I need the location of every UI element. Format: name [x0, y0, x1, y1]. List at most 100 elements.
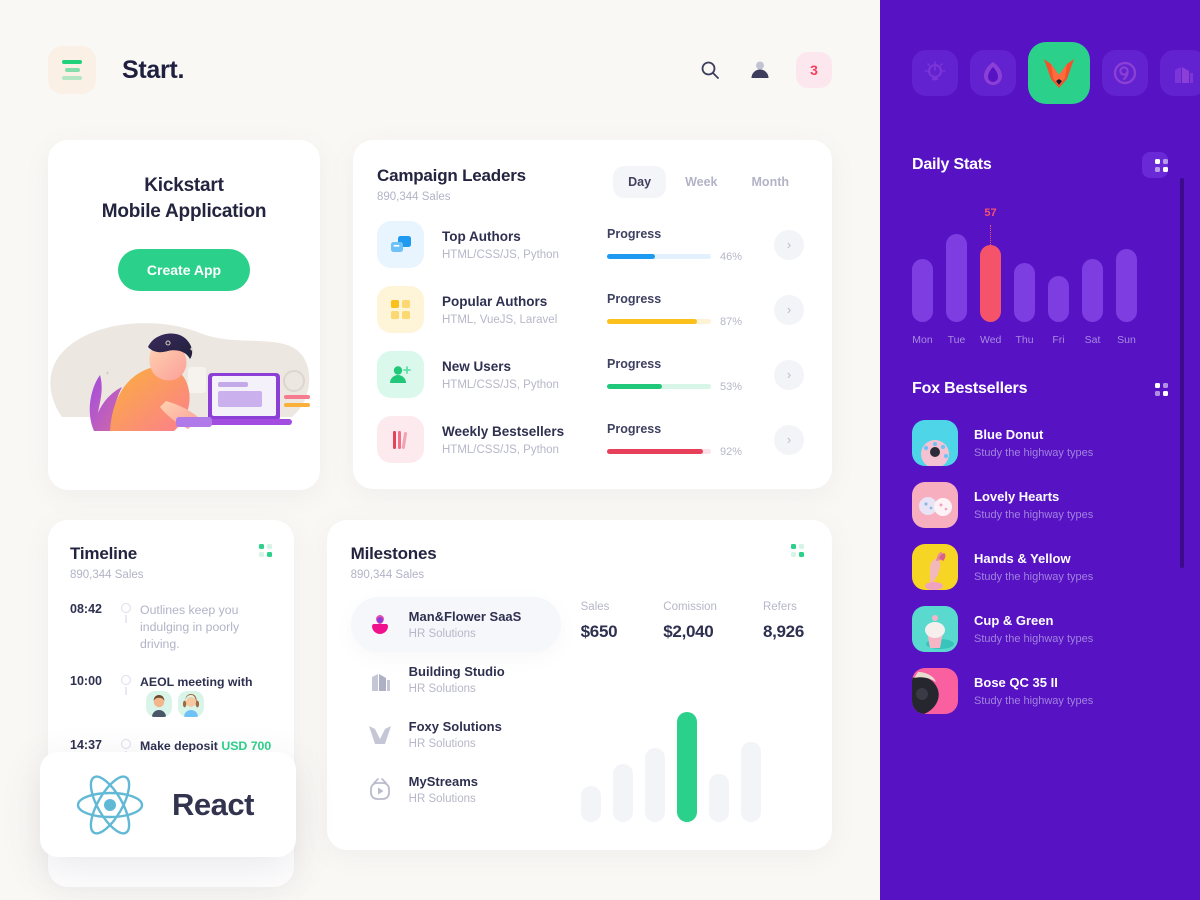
milestone-chart-bar: [644, 748, 665, 822]
campaign-leader-row[interactable]: Weekly Bestsellers HTML/CSS/JS, Python Pro…: [377, 416, 804, 463]
bestseller-item[interactable]: Lovely Hearts Study the highway types: [912, 482, 1168, 528]
user-icon[interactable]: [746, 56, 774, 84]
timeline-text: Outlines keep you indulging in poorly dr…: [140, 603, 240, 651]
right-sidebar: Daily Stats 57 Mon Tue Wed Thu Fri Sat Sun Fox…: [880, 0, 1200, 900]
daily-stats-day-label: Tue: [947, 334, 966, 346]
chevron-right-icon[interactable]: ›: [774, 229, 804, 260]
timeline-label: AEOL meeting with: [140, 675, 253, 689]
notification-badge[interactable]: 3: [796, 52, 832, 88]
timeline-time: 08:42: [70, 602, 102, 616]
campaign-subtitle: 890,344 Sales: [377, 191, 451, 203]
daily-stats-bar: [980, 244, 1001, 322]
daily-stats-bar: [1116, 249, 1137, 322]
daily-stats-bar-wrap: [912, 226, 933, 322]
sidebar-scrollbar[interactable]: [1180, 178, 1184, 568]
chevron-right-icon[interactable]: ›: [774, 424, 804, 455]
row-top: Kickstart Mobile Application Create App: [48, 140, 832, 490]
stat-label: Comission: [663, 601, 717, 613]
peak-dashed-line: [990, 224, 991, 245]
timeline-title-group: Timeline 890,344 Sales: [70, 544, 144, 581]
milestones-body: Man&Flower SaaS HR Solutions Building Stud…: [350, 597, 804, 822]
bestseller-meta: Hands & Yellow Study the highway types: [974, 551, 1093, 583]
app-number-nine-icon[interactable]: [1102, 50, 1148, 96]
bestseller-item[interactable]: Cup & Green Study the highway types: [912, 606, 1168, 652]
daily-stats-bar: [912, 258, 933, 322]
bestseller-sub: Study the highway types: [974, 695, 1094, 707]
app-building-icon[interactable]: [1160, 50, 1200, 96]
campaign-leader-row[interactable]: Popular Authors HTML, VueJS, Laravel Progr…: [377, 286, 804, 333]
milestone-chart-bar: [740, 742, 761, 822]
leader-name: New Users: [442, 358, 512, 374]
bestseller-item[interactable]: Blue Donut Study the highway types: [912, 420, 1168, 466]
progress-track: [607, 254, 711, 259]
app-fox-logo-icon[interactable]: [1028, 42, 1090, 104]
leader-progress: Progress 46%: [607, 227, 742, 263]
leader-tech: HTML/CSS/JS, Python: [442, 443, 559, 456]
milestone-sub: HR Solutions: [408, 683, 476, 695]
bestseller-name: Bose QC 35 II: [974, 675, 1058, 690]
promo-title-line1: Kickstart: [144, 175, 224, 196]
leader-meta: Weekly Bestsellers HTML/CSS/JS, Python: [442, 424, 607, 456]
daily-stats-bar-wrap: [946, 226, 967, 322]
campaign-leaders-card: Campaign Leaders 890,344 Sales Day Week Mo…: [353, 140, 832, 489]
campaign-leader-row[interactable]: New Users HTML/CSS/JS, Python Progress 53% ›: [377, 351, 804, 398]
search-icon[interactable]: [696, 56, 724, 84]
milestone-item[interactable]: Building Studio HR Solutions: [351, 652, 561, 707]
daily-stats-bar-wrap: [1048, 226, 1069, 322]
building-icon: [365, 668, 395, 692]
chevron-right-icon[interactable]: ›: [774, 294, 804, 325]
progress-fill: [607, 449, 703, 454]
bestseller-item[interactable]: Bose QC 35 II Study the highway types: [912, 668, 1168, 714]
stat-block: Sales $650: [581, 601, 618, 642]
milestones-subtitle: 890,344 Sales: [350, 569, 425, 581]
logo-line-2: [64, 68, 80, 72]
logo-line-1: [62, 60, 82, 64]
create-app-button[interactable]: Create App: [117, 249, 251, 291]
milestone-sub: HR Solutions: [408, 738, 476, 750]
timeline-subtitle: 890,344 Sales: [70, 569, 144, 581]
milestone-chart-bar: [612, 764, 633, 822]
tab-month[interactable]: Month: [737, 166, 804, 198]
stat-value: $650: [580, 622, 618, 641]
timeline-amount: USD 700: [221, 739, 272, 753]
milestones-list: Man&Flower SaaS HR Solutions Building Stud…: [350, 597, 561, 822]
milestone-sub: HR Solutions: [408, 628, 476, 640]
timeline-text: AEOL meeting with: [140, 673, 272, 717]
grid-dots-icon[interactable]: [791, 544, 804, 557]
leader-progress: Progress 92%: [607, 422, 742, 458]
milestone-name: Building Studio: [408, 664, 505, 679]
app-owl-face-icon[interactable]: [970, 50, 1016, 96]
grid-dots-icon[interactable]: [258, 544, 272, 557]
timeline-connector: [125, 687, 127, 695]
bestseller-name: Hands & Yellow: [974, 551, 1071, 566]
timeline-header: Timeline 890,344 Sales: [70, 544, 272, 581]
milestone-item[interactable]: MyStreams HR Solutions: [351, 762, 561, 817]
grid-dots-icon[interactable]: [1142, 152, 1168, 178]
grid-dots-icon[interactable]: [1142, 376, 1168, 402]
stat-value: 8,926: [762, 622, 804, 641]
campaign-title: Campaign Leaders: [377, 166, 526, 185]
bestseller-item[interactable]: Hands & Yellow Study the highway types: [912, 544, 1168, 590]
daily-stats-day-label: Thu: [1015, 334, 1034, 346]
milestones-card: Milestones 890,344 Sales Man&Flower SaaS…: [326, 520, 832, 850]
app-lightbulb-icon[interactable]: [912, 50, 958, 96]
leader-progress: Progress 53%: [607, 357, 742, 393]
tab-week[interactable]: Week: [670, 166, 732, 198]
react-badge-card[interactable]: React: [40, 752, 296, 857]
timeline-text-before: Make deposit: [140, 739, 222, 753]
bestseller-thumbnail: [912, 482, 958, 528]
timeline-avatars: [146, 691, 204, 717]
milestone-chart-bar: [580, 786, 601, 822]
menu-lines-icon[interactable]: [48, 46, 96, 94]
daily-stats-day-label: Sat: [1084, 334, 1101, 346]
chevron-right-icon[interactable]: ›: [774, 359, 804, 390]
promo-card: Kickstart Mobile Application Create App: [48, 140, 320, 490]
campaign-leader-row[interactable]: Top Authors HTML/CSS/JS, Python Progress 46…: [377, 221, 804, 268]
milestone-item[interactable]: Foxy Solutions HR Solutions: [351, 707, 561, 762]
timeline-item[interactable]: 08:42 Outlines keep you indulging in poor…: [70, 601, 272, 673]
tab-day[interactable]: Day: [613, 166, 667, 198]
timeline-item[interactable]: 10:00 AEOL meeting with: [70, 673, 272, 737]
progress-label: Progress: [607, 421, 662, 436]
milestone-item[interactable]: Man&Flower SaaS HR Solutions: [350, 597, 561, 652]
daily-stats-bar: [946, 233, 967, 322]
